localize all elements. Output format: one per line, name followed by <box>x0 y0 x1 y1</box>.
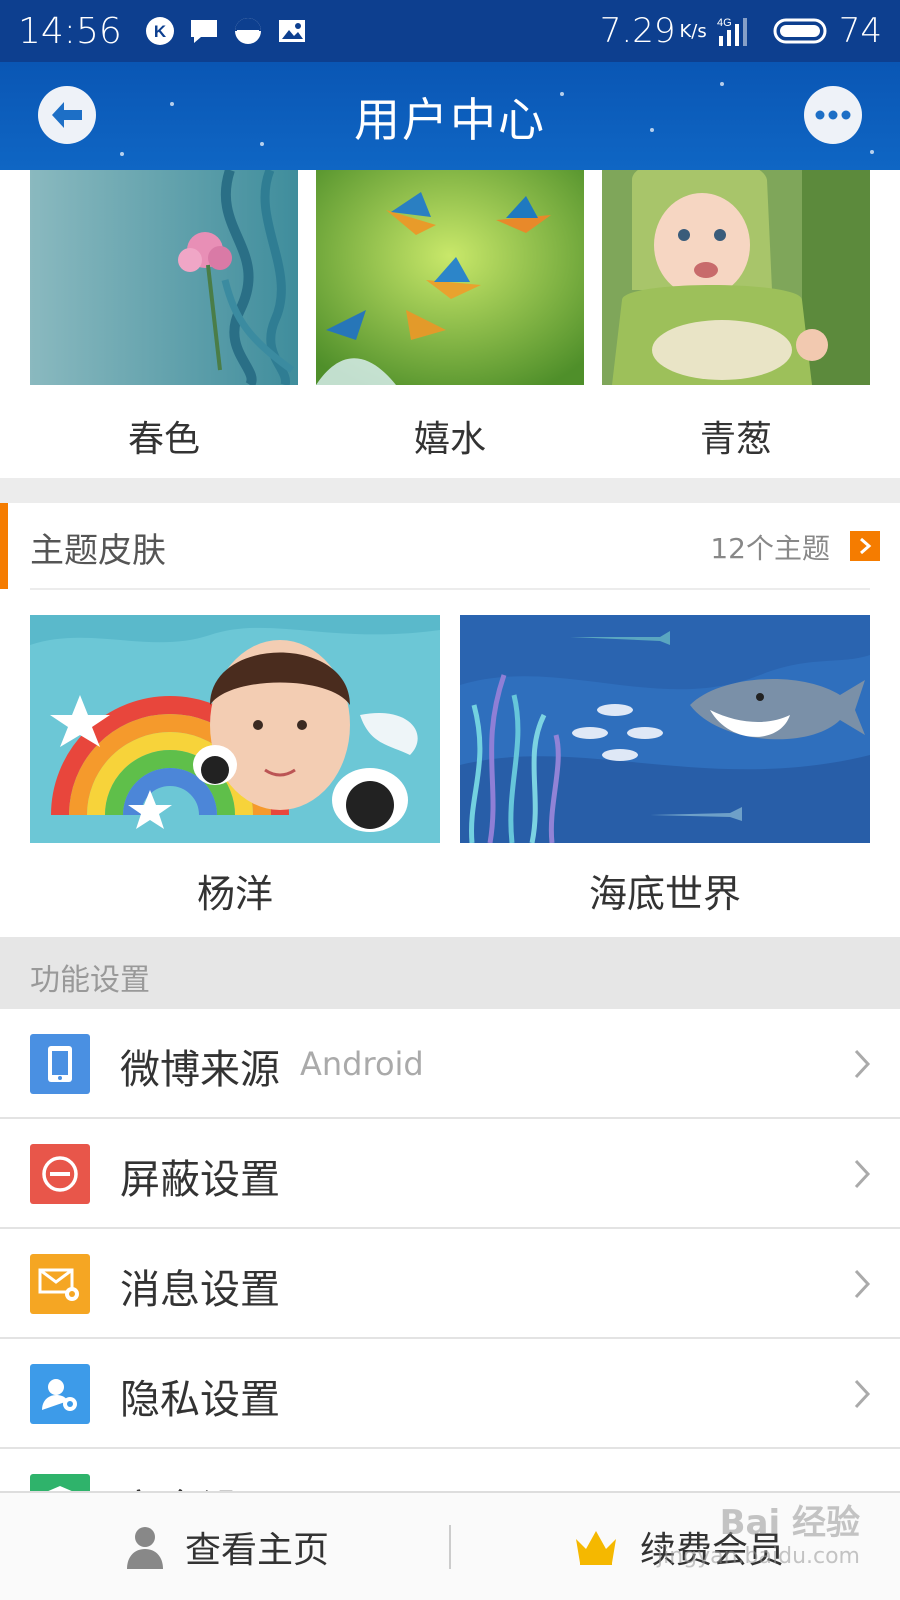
theme-skins-section: 主题皮肤 12个主题 杨洋 海底世界 <box>0 503 900 937</box>
more-button[interactable] <box>804 86 862 144</box>
watermark-url: jingyan.baidu.com <box>656 1543 860 1569</box>
chevron-right-icon <box>860 537 872 555</box>
battery-icon <box>773 18 827 44</box>
theme-label: 海底世界 <box>588 872 741 916</box>
signal-icon: 4G <box>717 17 747 46</box>
svg-text:K: K <box>154 22 167 41</box>
view-homepage-label: 查看主页 <box>185 1529 330 1571</box>
settings-list: 微博来源 Android 屏蔽设置 消息设置 隐私设置 安全设置 <box>0 1009 900 1491</box>
phone-icon <box>30 1034 90 1094</box>
settings-item-security[interactable]: 安全设置 <box>0 1449 900 1491</box>
wallpaper-label: 春色 <box>127 419 200 460</box>
settings-item-label: 屏蔽设置 <box>120 1157 280 1203</box>
spring-flower-image <box>30 170 298 385</box>
chevron-right-icon <box>854 1269 871 1299</box>
settings-item-privacy[interactable]: 隐私设置 <box>0 1339 900 1449</box>
rainbow-sheep-theme-image <box>30 615 440 843</box>
shark-underwater-theme-image <box>460 615 870 843</box>
battery-level: 74 <box>838 11 882 51</box>
chevron-right-icon <box>854 1159 871 1189</box>
watermark: Bai 经验 jingyan.baidu.com <box>657 1503 860 1570</box>
settings-group-header: 功能设置 <box>0 937 900 1009</box>
speed-unit: K/s <box>679 20 707 42</box>
wallpaper-thumb-splash[interactable] <box>316 170 584 385</box>
network-speed: 7.29 <box>599 11 676 51</box>
status-time: 14:56 <box>18 10 122 52</box>
k-app-icon: K <box>145 17 174 45</box>
settings-item-label: 消息设置 <box>120 1267 280 1313</box>
mail-gear-icon <box>30 1254 90 1314</box>
settings-item-block[interactable]: 屏蔽设置 <box>0 1119 900 1229</box>
wallpaper-thumb-spring[interactable] <box>30 170 298 385</box>
message-icon <box>190 20 217 43</box>
baby-green-costume-image <box>602 170 870 385</box>
image-icon <box>278 20 305 42</box>
bottom-action-bar: 查看主页 续费会员 Bai 经验 jingyan.baidu.com <box>0 1491 900 1600</box>
settings-item-messages[interactable]: 消息设置 <box>0 1229 900 1339</box>
theme-card-yangyang[interactable] <box>30 615 440 843</box>
settings-item-label: 微博来源 <box>120 1047 280 1093</box>
divider <box>449 1525 451 1569</box>
view-homepage-button[interactable]: 查看主页 <box>125 1493 329 1600</box>
page-title: 用户中心 <box>354 93 546 147</box>
watermark-brand: Bai 经验 <box>719 1503 860 1543</box>
theme-label: 杨洋 <box>196 872 273 916</box>
user-gear-icon <box>30 1364 90 1424</box>
block-icon <box>30 1144 90 1204</box>
network-type: 4G <box>717 17 732 29</box>
wallpaper-thumb-green[interactable] <box>602 170 870 385</box>
section-accent-bar <box>0 503 8 589</box>
settings-item-label: 隐私设置 <box>120 1377 280 1423</box>
settings-item-label: 安全设置 <box>120 1477 280 1491</box>
theme-count-link[interactable]: 12个主题 <box>710 527 830 567</box>
app-header: 用户中心 <box>0 62 900 170</box>
half-circle-icon <box>234 18 261 44</box>
group-title: 功能设置 <box>30 963 150 998</box>
section-title: 主题皮肤 <box>30 531 166 571</box>
wallpaper-section: 春色 嬉水 青葱 <box>0 170 900 478</box>
person-icon <box>127 1526 163 1569</box>
theme-card-underwater[interactable] <box>460 615 870 843</box>
settings-item-value: Android <box>300 1045 424 1083</box>
shield-icon <box>30 1474 90 1491</box>
crown-icon <box>576 1530 616 1565</box>
settings-item-weibo-source[interactable]: 微博来源 Android <box>0 1009 900 1119</box>
notification-icons: K <box>144 16 308 46</box>
kingfisher-image <box>316 170 584 385</box>
wallpaper-label: 嬉水 <box>413 419 486 460</box>
more-dots-icon <box>815 110 851 120</box>
wallpaper-label: 青葱 <box>699 419 772 460</box>
more-themes-button[interactable] <box>850 531 880 561</box>
chevron-right-icon <box>854 1379 871 1409</box>
divider <box>30 588 870 590</box>
chevron-right-icon <box>854 1049 871 1079</box>
status-bar: 14:56 K 7.29 K/s 4G 74 <box>0 0 900 62</box>
